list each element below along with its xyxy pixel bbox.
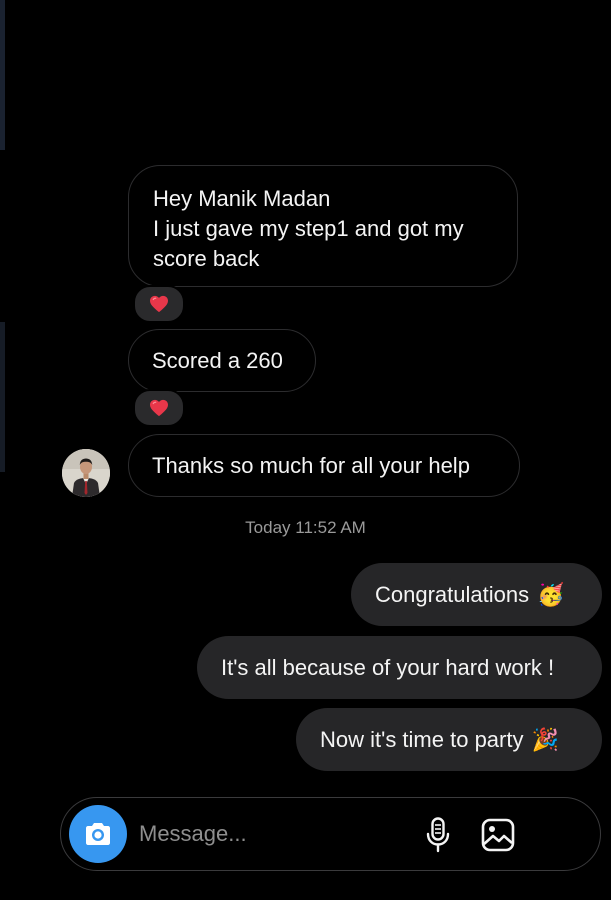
incoming-message-3[interactable]: Thanks so much for all your help (128, 434, 520, 497)
heart-reaction[interactable] (133, 389, 185, 427)
avatar-photo (62, 449, 110, 497)
message-text: Now it's time to party (320, 726, 524, 752)
microphone-icon (426, 817, 450, 853)
message-text: Congratulations (375, 581, 530, 607)
outgoing-message-3[interactable]: Now it's time to party 🎉 (296, 708, 602, 771)
party-popper-emoji: 🎉 (531, 726, 559, 752)
outgoing-message-1[interactable]: Congratulations 🥳 (351, 563, 602, 626)
message-text: It's all because of your hard work ! (221, 654, 555, 680)
message-line: I just gave my step1 and got my (153, 216, 464, 241)
outgoing-message-2[interactable]: It's all because of your hard work ! (197, 636, 602, 699)
heart-icon (150, 399, 168, 417)
avatar[interactable] (62, 449, 110, 497)
edge-strip-top (0, 0, 5, 150)
partying-face-emoji: 🥳 (537, 581, 565, 607)
camera-button[interactable] (69, 805, 127, 863)
incoming-message-2[interactable]: Scored a 260 (128, 329, 316, 392)
message-text: Thanks so much for all your help (152, 453, 470, 478)
message-input[interactable] (139, 816, 389, 852)
message-composer (60, 797, 601, 871)
message-line: Hey Manik Madan (153, 186, 331, 211)
incoming-message-1[interactable]: Hey Manik Madan I just gave my step1 and… (128, 165, 518, 287)
edge-strip-middle (0, 322, 5, 472)
message-line: score back (153, 246, 260, 271)
image-gallery-icon (481, 818, 515, 852)
message-text: Scored a 260 (152, 348, 283, 373)
heart-reaction[interactable] (133, 285, 185, 323)
image-gallery-button[interactable] (480, 817, 516, 853)
camera-icon (86, 823, 110, 845)
timestamp: Today 11:52 AM (245, 518, 366, 537)
heart-icon (150, 295, 168, 313)
microphone-button[interactable] (421, 816, 455, 854)
